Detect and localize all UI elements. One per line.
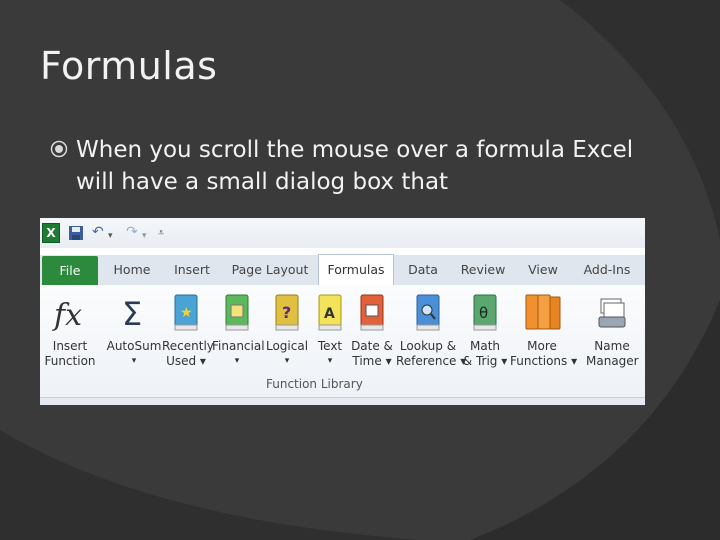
quick-access-toolbar: X ↶ ▾ ↷ ▾ ⩡ bbox=[40, 218, 645, 248]
redo-dropdown-icon[interactable]: ▾ bbox=[142, 229, 147, 243]
tab-data[interactable]: Data bbox=[400, 255, 446, 285]
lookup-reference-button[interactable]: Lookup & Reference ▾ bbox=[396, 291, 466, 369]
logical-button[interactable]: ? Logical ▾ bbox=[264, 291, 310, 369]
tab-home[interactable]: Home bbox=[106, 255, 158, 285]
date-time-button[interactable]: Date & Time ▾ bbox=[350, 291, 394, 369]
book-search-icon bbox=[416, 294, 440, 331]
excel-ribbon-screenshot: X ↶ ▾ ↷ ▾ ⩡ Home Insert Page Layout Form… bbox=[40, 218, 645, 405]
book-theta-icon: θ bbox=[473, 294, 497, 331]
svg-text:★: ★ bbox=[180, 305, 193, 321]
more-functions-button[interactable]: More Functions ▾ bbox=[510, 291, 577, 369]
insert-function-button[interactable]: fx Insert Function bbox=[42, 291, 98, 369]
bullet-text: When you scroll the mouse over a formula… bbox=[76, 137, 634, 195]
tab-review[interactable]: Review bbox=[456, 255, 510, 285]
book-star-icon: ★ bbox=[174, 294, 198, 331]
sigma-icon: Σ bbox=[122, 295, 142, 333]
ribbon-tabs: Home Insert Page Layout Formulas Data Re… bbox=[40, 254, 645, 286]
autosum-label: AutoSum bbox=[106, 339, 162, 353]
customize-toolbar-icon[interactable]: ⩡ bbox=[158, 226, 164, 240]
svg-text:Σ: Σ bbox=[122, 295, 142, 333]
recently-used-button[interactable]: ★ Recently Used ▾ bbox=[162, 291, 214, 369]
tab-page-layout[interactable]: Page Layout bbox=[228, 255, 312, 285]
svg-text:A: A bbox=[324, 306, 335, 322]
insert-function-label: Insert bbox=[52, 339, 88, 353]
ribbon-bottom-edge bbox=[40, 398, 645, 405]
fx-icon: fx bbox=[52, 298, 82, 333]
save-icon[interactable] bbox=[68, 225, 84, 244]
book-calendar-icon bbox=[360, 294, 384, 331]
excel-logo-icon: X bbox=[42, 223, 60, 243]
tab-view[interactable]: View bbox=[520, 255, 566, 285]
svg-text:θ: θ bbox=[479, 304, 488, 322]
math-trig-button[interactable]: θ Math & Trig ▾ bbox=[462, 291, 508, 369]
books-icon bbox=[525, 294, 561, 330]
tab-formulas[interactable]: Formulas bbox=[318, 254, 394, 286]
name-manager-button[interactable]: Name Manager bbox=[586, 291, 639, 369]
financial-button[interactable]: Financial ▾ bbox=[212, 291, 265, 369]
svg-text:fx: fx bbox=[52, 298, 82, 333]
book-question-icon: ? bbox=[275, 294, 299, 331]
redo-icon[interactable]: ↷ bbox=[126, 225, 138, 239]
svg-text:?: ? bbox=[282, 303, 291, 322]
book-financial-icon bbox=[225, 294, 249, 331]
group-label-function-library: Function Library bbox=[266, 377, 363, 391]
undo-dropdown-icon[interactable]: ▾ bbox=[108, 229, 113, 243]
book-text-icon: A bbox=[318, 294, 342, 331]
autosum-button[interactable]: Σ AutoSum ▾ bbox=[106, 291, 162, 369]
name-manager-icon bbox=[598, 298, 626, 328]
undo-icon[interactable]: ↶ bbox=[92, 225, 104, 239]
tab-insert[interactable]: Insert bbox=[166, 255, 218, 285]
function-library-panel: fx Insert Function Σ AutoSum ▾ ★ Recentl… bbox=[40, 285, 645, 398]
slide-title: Formulas bbox=[40, 44, 218, 88]
tab-add-ins[interactable]: Add-Ins bbox=[576, 255, 638, 285]
tab-file[interactable]: File bbox=[42, 256, 98, 285]
bullet-icon bbox=[50, 140, 68, 158]
text-button[interactable]: A Text ▾ bbox=[312, 291, 348, 369]
